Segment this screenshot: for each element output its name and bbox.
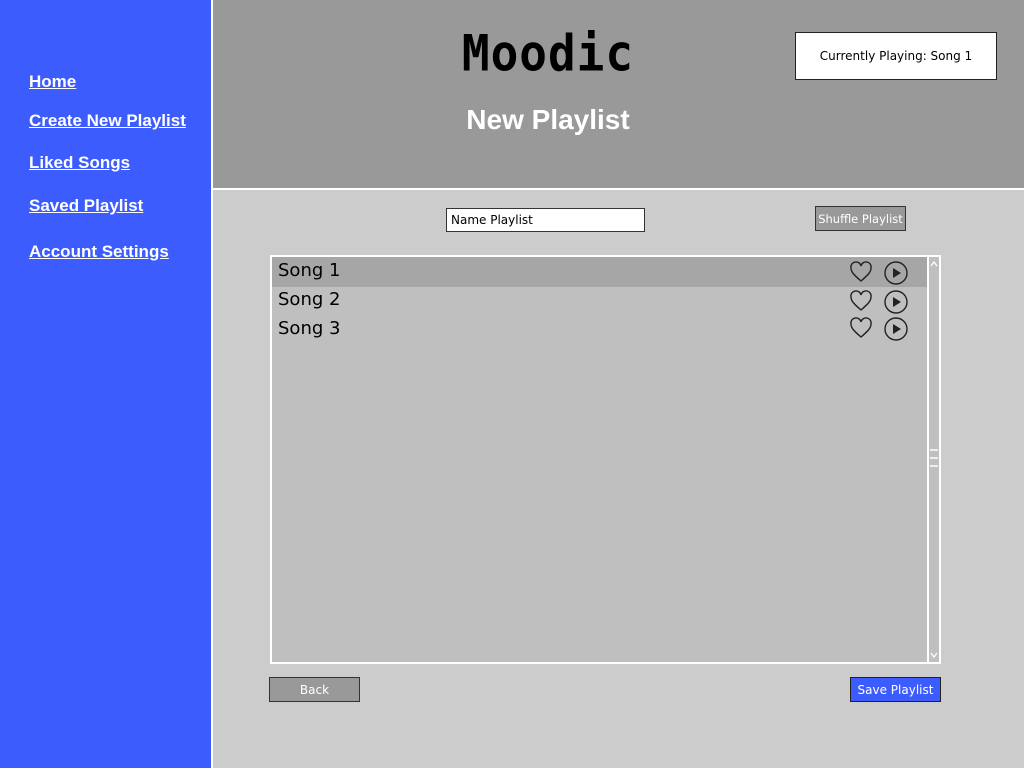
save-playlist-label: Save Playlist (857, 682, 934, 697)
header-divider (213, 188, 1024, 190)
back-button[interactable]: Back (269, 677, 360, 702)
currently-playing-label: Currently Playing: Song 1 (819, 49, 973, 63)
chevron-down-icon[interactable] (929, 650, 939, 660)
song-row[interactable]: Song 1 (272, 257, 927, 287)
back-label: Back (299, 682, 330, 697)
playlist-name-input[interactable] (446, 208, 645, 232)
song-title: Song 2 (278, 289, 341, 310)
app-title: Moodic (461, 23, 635, 83)
play-icon[interactable] (884, 261, 908, 285)
sidebar: Home Create New Playlist Liked Songs Sav… (0, 0, 211, 768)
header: Moodic New Playlist Currently Playing: S… (213, 0, 1024, 188)
currently-playing-box[interactable]: Currently Playing: Song 1 (795, 32, 997, 80)
chevron-up-icon[interactable] (929, 259, 939, 269)
play-icon[interactable] (884, 290, 908, 314)
scrollbar[interactable] (927, 257, 939, 662)
page-title: New Playlist (466, 104, 630, 135)
song-title: Song 3 (278, 318, 341, 339)
nav-account-settings-link[interactable]: Account Settings (29, 242, 169, 262)
song-row[interactable]: Song 2 (272, 286, 927, 316)
nav-create-new-playlist-link[interactable]: Create New Playlist (29, 111, 186, 131)
heart-icon[interactable] (849, 317, 873, 339)
heart-icon[interactable] (849, 290, 873, 312)
play-icon[interactable] (884, 317, 908, 341)
song-title: Song 1 (278, 260, 341, 281)
song-row[interactable]: Song 3 (272, 315, 927, 345)
heart-icon[interactable] (849, 261, 873, 283)
song-list: Song 1 Song 2 Song 3 (270, 255, 941, 664)
shuffle-playlist-button[interactable]: Shuffle Playlist (815, 206, 906, 231)
nav-saved-playlist-link[interactable]: Saved Playlist (29, 196, 143, 216)
scrollbar-thumb[interactable] (929, 447, 939, 469)
shuffle-playlist-label: Shuffle Playlist (818, 211, 903, 226)
save-playlist-button[interactable]: Save Playlist (850, 677, 941, 702)
nav-home-link[interactable]: Home (29, 72, 76, 92)
nav-liked-songs-link[interactable]: Liked Songs (29, 153, 130, 173)
